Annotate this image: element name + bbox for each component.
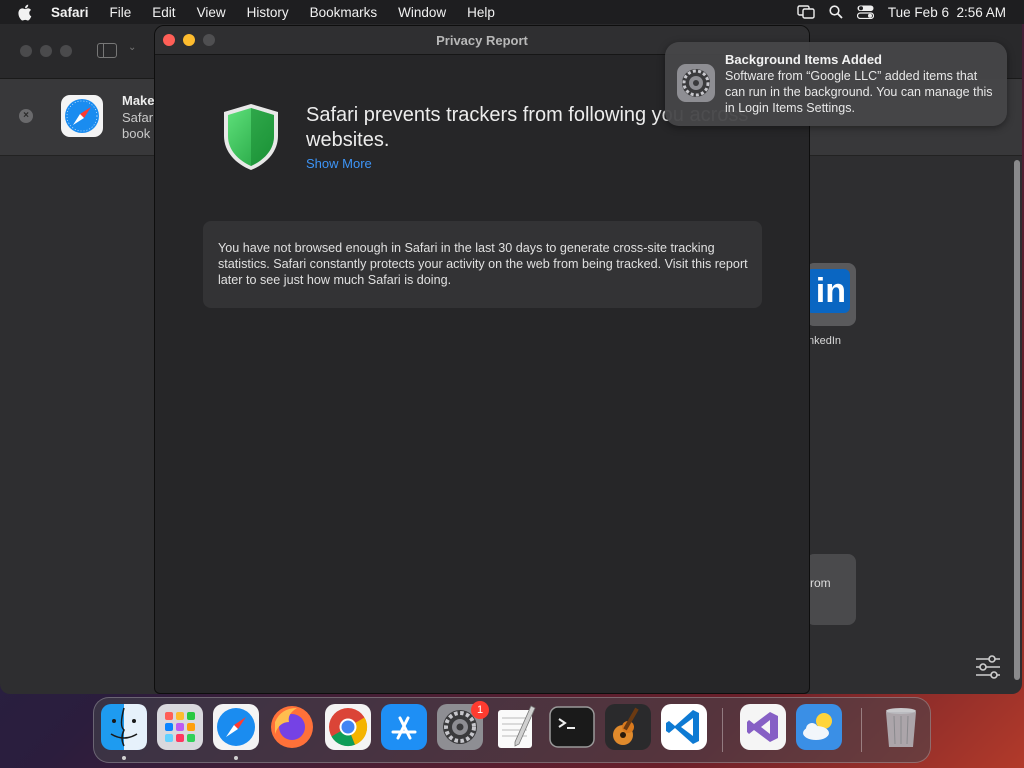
favorite-label-linkedin: nkedIn <box>808 335 842 347</box>
notification-body: Software from “Google LLC” added items t… <box>725 69 993 115</box>
banner-line: Safar <box>122 110 154 125</box>
linkedin-icon: in <box>806 269 850 313</box>
running-indicator <box>234 756 238 760</box>
tracking-info-text: You have not browsed enough in Safari in… <box>218 241 748 287</box>
suggestion-card[interactable]: rom <box>806 554 856 625</box>
dock-firefox[interactable] <box>269 704 315 750</box>
sidebar-toggle-icon[interactable] <box>97 43 117 58</box>
safari-icon <box>213 704 259 750</box>
menu-bar: Safari File Edit View History Bookmarks … <box>0 0 1024 24</box>
dock-terminal[interactable] <box>549 704 595 750</box>
garageband-icon <box>605 704 651 750</box>
dock-vscode[interactable] <box>661 704 707 750</box>
chevron-down-icon[interactable]: ⌄ <box>128 42 136 53</box>
apple-menu-icon[interactable] <box>17 4 35 21</box>
screen-mirroring-icon[interactable] <box>797 5 815 19</box>
dock-launchpad[interactable] <box>157 704 203 750</box>
menu-help[interactable]: Help <box>467 5 495 20</box>
tracking-info-box: You have not browsed enough in Safari in… <box>203 221 762 308</box>
menu-window[interactable]: Window <box>398 5 446 20</box>
dock-separator <box>722 708 723 752</box>
finder-icon <box>101 704 147 750</box>
search-icon[interactable] <box>829 5 843 19</box>
textedit-icon <box>493 704 539 750</box>
app-store-icon <box>381 704 427 750</box>
dock-separator <box>861 708 862 752</box>
notification-badge: 1 <box>471 701 489 719</box>
dock-textedit[interactable] <box>493 704 539 750</box>
firefox-icon <box>269 704 315 750</box>
suggestion-card-text: rom <box>810 576 831 590</box>
shield-icon <box>221 102 281 177</box>
menu-app-name[interactable]: Safari <box>51 5 89 20</box>
dock-visual-studio[interactable] <box>740 704 786 750</box>
banner-title: Make <box>122 93 155 108</box>
menu-history[interactable]: History <box>247 5 289 20</box>
dock-finder[interactable] <box>101 704 147 750</box>
menu-edit[interactable]: Edit <box>152 5 175 20</box>
menu-clock[interactable]: Tue Feb 6 2:56 AM <box>888 5 1006 20</box>
notification-title: Background Items Added <box>725 52 882 67</box>
scrollbar[interactable] <box>1014 160 1020 680</box>
dock-app-store[interactable] <box>381 704 427 750</box>
dock-weather[interactable] <box>796 704 842 750</box>
dock-garageband[interactable] <box>605 704 651 750</box>
system-settings-gear-icon <box>677 64 715 107</box>
chrome-icon <box>325 704 371 750</box>
dock-chrome[interactable] <box>325 704 371 750</box>
safari-app-icon <box>61 95 103 142</box>
close-banner-icon[interactable]: × <box>19 109 33 123</box>
dock-system-settings[interactable]: 1 <box>437 701 489 750</box>
control-center-icon[interactable] <box>856 5 874 19</box>
menu-view[interactable]: View <box>197 5 226 20</box>
terminal-icon <box>549 704 595 750</box>
show-more-link[interactable]: Show More <box>306 156 372 171</box>
favorite-tile-linkedin[interactable]: in <box>806 263 856 326</box>
launchpad-icon <box>157 704 203 750</box>
running-indicator <box>122 756 126 760</box>
background-items-notification[interactable]: Background Items Added Software from “Go… <box>665 42 1007 126</box>
customize-start-page-icon[interactable] <box>974 655 1002 684</box>
trash-icon <box>878 704 924 750</box>
vscode-icon <box>661 704 707 750</box>
weather-icon <box>796 704 842 750</box>
inactive-window-controls[interactable] <box>20 45 72 57</box>
menu-file[interactable]: File <box>110 5 132 20</box>
dock: 1 <box>93 697 931 763</box>
menu-bookmarks[interactable]: Bookmarks <box>310 5 378 20</box>
visual-studio-icon <box>740 704 786 750</box>
dock-trash[interactable] <box>878 704 924 750</box>
dock-safari[interactable] <box>213 704 259 750</box>
banner-line: book <box>122 126 151 141</box>
